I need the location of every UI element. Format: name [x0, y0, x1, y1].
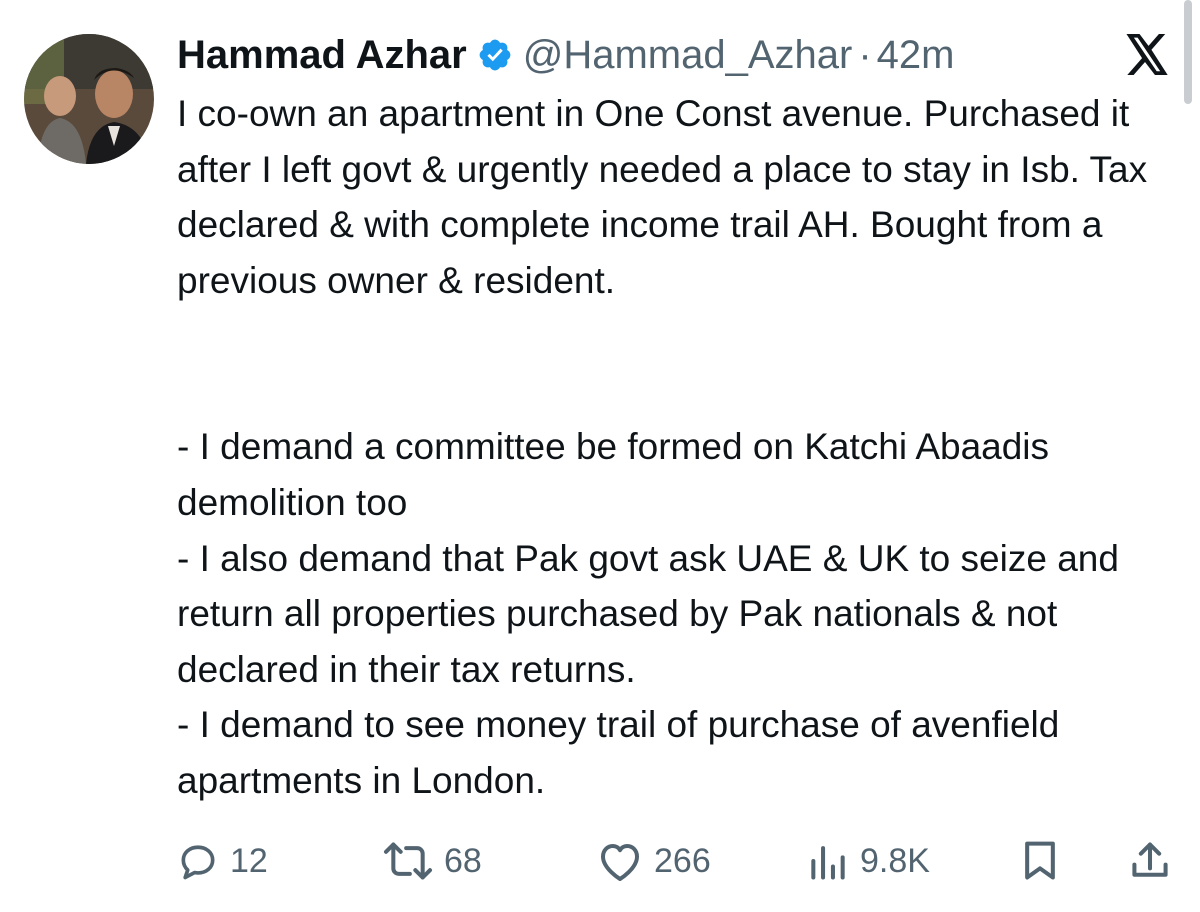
avatar-image — [24, 34, 154, 164]
views-icon — [806, 839, 850, 883]
share-icon — [1128, 839, 1172, 883]
reply-button[interactable]: 12 — [176, 836, 268, 886]
repost-count: 68 — [444, 841, 482, 880]
user-handle[interactable]: @Hammad_Azhar — [523, 33, 853, 78]
heart-icon — [596, 839, 644, 883]
like-count: 266 — [654, 841, 711, 880]
tweet-timestamp[interactable]: 42m — [877, 33, 955, 78]
x-logo-icon — [1124, 34, 1170, 76]
header-separator: · — [858, 32, 872, 77]
bookmark-button[interactable] — [1020, 836, 1060, 886]
tweet-paragraph: - I demand to see money trail of purchas… — [177, 704, 1060, 801]
tweet-actions: 12 68 266 9.8K — [176, 836, 1176, 886]
tweet-header: Hammad Azhar @Hammad_Azhar · 42m — [177, 28, 954, 82]
like-button[interactable]: 266 — [596, 836, 711, 886]
verified-badge-icon — [477, 37, 513, 73]
tweet-text: I co-own an apartment in One Const avenu… — [177, 86, 1167, 809]
tweet-paragraph: - I also demand that Pak govt ask UAE & … — [177, 537, 1119, 690]
repost-button[interactable]: 68 — [382, 836, 482, 886]
avatar[interactable] — [24, 34, 154, 164]
tweet-paragraph: I co-own an apartment in One Const avenu… — [177, 93, 1148, 301]
scrollbar[interactable] — [1184, 0, 1192, 104]
tweet-paragraph: - I demand a committee be formed on Katc… — [177, 426, 1050, 523]
repost-icon — [382, 839, 434, 883]
views-count: 9.8K — [860, 841, 930, 880]
views-button[interactable]: 9.8K — [806, 836, 930, 886]
share-button[interactable] — [1128, 836, 1172, 886]
reply-count: 12 — [230, 841, 268, 880]
reply-icon — [176, 839, 220, 883]
display-name[interactable]: Hammad Azhar — [177, 33, 467, 78]
bookmark-icon — [1020, 839, 1060, 883]
